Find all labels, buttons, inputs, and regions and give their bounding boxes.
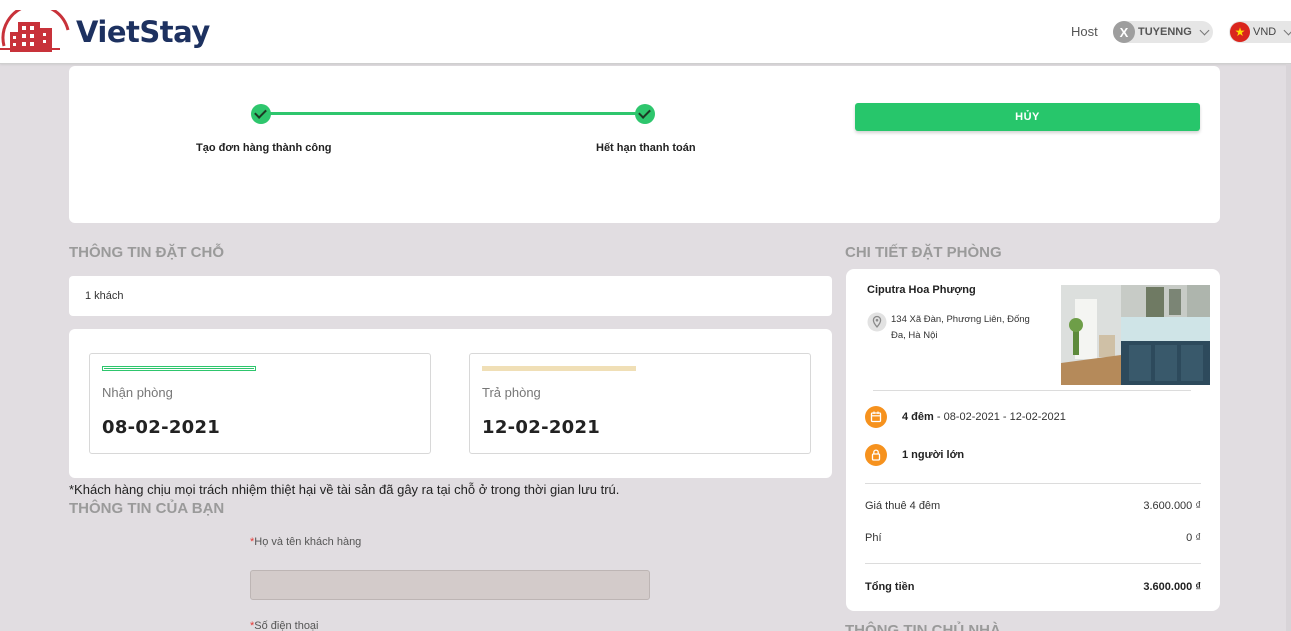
fullname-input[interactable] bbox=[250, 570, 650, 600]
rent-value: 3.600.000 ₫ bbox=[1143, 500, 1201, 512]
fullname-label: *Họ và tên khách hàng bbox=[250, 536, 362, 548]
lock-icon bbox=[865, 444, 887, 466]
chevron-down-icon bbox=[1199, 25, 1210, 35]
step-1-label: Tạo đơn hàng thành công bbox=[196, 142, 332, 154]
checkout-label: Trả phòng bbox=[482, 385, 541, 400]
top-navbar: VietStay Host X TUYENNG ★ VND bbox=[0, 0, 1291, 64]
cancel-button[interactable]: HỦY bbox=[855, 103, 1200, 131]
host-info-title: THÔNG TIN CHỦ NHÀ bbox=[845, 622, 1001, 631]
progress-line bbox=[261, 112, 645, 115]
divider bbox=[865, 483, 1201, 484]
step-2-label: Hết hạn thanh toán bbox=[596, 142, 696, 154]
stay-dates: 4 đêm - 08-02-2021 - 12-02-2021 bbox=[902, 411, 1066, 423]
checkin-label: Nhận phòng bbox=[102, 385, 173, 400]
chevron-down-icon bbox=[1283, 25, 1291, 35]
your-info-title: THÔNG TIN CỦA BẠN bbox=[69, 500, 225, 517]
room-photo bbox=[1061, 285, 1210, 385]
checkin-date: 08-02-2021 bbox=[102, 417, 221, 438]
step-2-check-icon bbox=[635, 104, 655, 124]
guest-summary: 1 người lớn bbox=[902, 449, 965, 461]
vietnam-flag-icon: ★ bbox=[1230, 22, 1250, 42]
dates-card: Nhận phòng 08-02-2021 Trả phòng 12-02-20… bbox=[69, 329, 832, 478]
fee-label: Phí bbox=[865, 532, 882, 544]
checkout-accent-bar bbox=[482, 366, 636, 371]
scrollbar[interactable] bbox=[1286, 64, 1291, 631]
step-1-check-icon bbox=[251, 104, 271, 124]
checkin-accent-bar bbox=[102, 366, 256, 371]
booking-info-title: THÔNG TIN ĐẶT CHỖ bbox=[69, 244, 224, 261]
host-link[interactable]: Host bbox=[1071, 24, 1098, 39]
vietstay-logo[interactable]: VietStay bbox=[0, 10, 210, 54]
avatar: X bbox=[1113, 21, 1135, 43]
rent-label: Giá thuê 4 đêm bbox=[865, 500, 941, 512]
hotel-address: 134 Xã Đàn, Phương Liên, Đống Đa, Hà Nội bbox=[891, 314, 1030, 341]
username: TUYENNG bbox=[1138, 26, 1192, 38]
fee-value: 0 ₫ bbox=[1186, 532, 1201, 544]
brand-name: VietStay bbox=[76, 15, 210, 49]
divider bbox=[865, 563, 1201, 564]
user-menu[interactable]: X TUYENNG bbox=[1113, 21, 1213, 43]
booking-details-title: CHI TIẾT ĐẶT PHÒNG bbox=[845, 244, 1002, 261]
phone-label: *Số điện thoại bbox=[250, 620, 319, 631]
checkout-box[interactable]: Trả phòng 12-02-2021 bbox=[469, 353, 811, 454]
building-logo-icon bbox=[0, 10, 70, 52]
damage-disclaimer: *Khách hàng chịu mọi trách nhiệm thiệt h… bbox=[69, 482, 620, 497]
checkout-date: 12-02-2021 bbox=[482, 417, 601, 438]
location-pin-icon bbox=[867, 312, 887, 332]
calendar-icon bbox=[865, 406, 887, 428]
guest-count-field[interactable]: 1 khách bbox=[69, 276, 832, 316]
booking-details-card: Ciputra Hoa Phượng 134 Xã Đàn, Phương Li… bbox=[846, 269, 1220, 611]
divider bbox=[873, 390, 1191, 391]
currency-selector[interactable]: ★ VND bbox=[1229, 21, 1291, 43]
total-value: 3.600.000 ₫ bbox=[1143, 581, 1201, 593]
hotel-name[interactable]: Ciputra Hoa Phượng bbox=[867, 284, 976, 296]
currency-code: VND bbox=[1253, 26, 1277, 38]
total-label: Tổng tiền bbox=[865, 581, 915, 593]
checkin-box[interactable]: Nhận phòng 08-02-2021 bbox=[89, 353, 431, 454]
